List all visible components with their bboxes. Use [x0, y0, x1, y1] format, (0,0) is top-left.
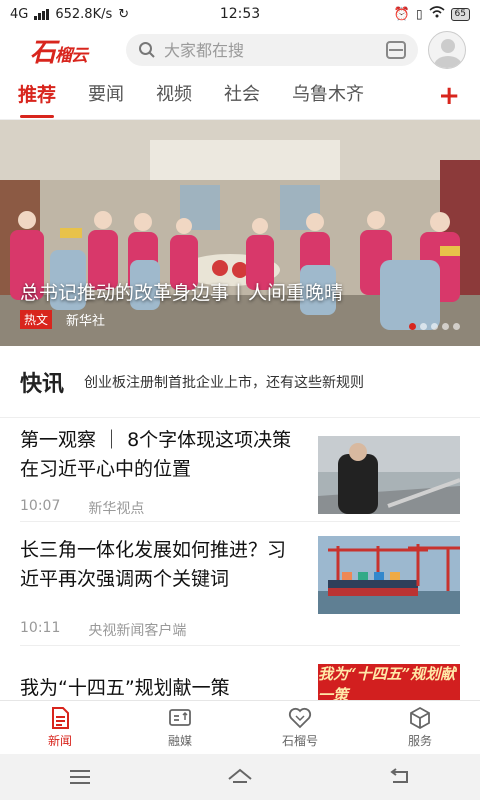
box-icon	[410, 706, 430, 730]
banner-title[interactable]: 总书记推动的改革身边事丨人间重晚晴	[20, 278, 420, 305]
banner-source: 新华社	[66, 314, 106, 329]
search-bar[interactable]	[126, 34, 418, 66]
alarm-icon: ⏰	[393, 6, 410, 22]
back-icon[interactable]	[387, 767, 413, 787]
news-meta: 10:11 央视新闻客户端	[20, 620, 186, 640]
search-icon	[139, 42, 155, 58]
news-thumbnail[interactable]	[318, 436, 460, 514]
signal-icon	[34, 8, 50, 20]
news-thumbnail[interactable]: 我为“十四五”规划献一策	[318, 664, 460, 704]
bottom-nav: 新闻 融媒 石榴号 服务	[0, 700, 480, 754]
news-meta: 10:07 新华视点	[20, 498, 144, 518]
tab-recommend[interactable]: 推荐	[18, 72, 56, 120]
status-bar: 4G 652.8K/s ↻ 12:53 ⏰ ▯ 65	[0, 0, 480, 28]
news-thumbnail[interactable]	[318, 536, 460, 614]
app-header: 石榴云	[0, 28, 480, 72]
tab-urumqi[interactable]: 乌鲁木齐	[292, 72, 364, 120]
news-title[interactable]: 长三角一体化发展如何推进？习近平再次强调两个关键词	[20, 536, 302, 594]
tab-video[interactable]: 视频	[156, 72, 192, 120]
nav-news[interactable]: 新闻	[0, 701, 120, 754]
home-icon[interactable]	[227, 767, 253, 787]
nav-shiliu[interactable]: 石榴号	[240, 701, 360, 754]
system-nav-bar	[0, 754, 480, 800]
thumbnail-text: 我为“十四五”规划献一策	[318, 665, 456, 704]
user-avatar[interactable]	[428, 31, 466, 69]
list-item[interactable]: 长三角一体化发展如何推进？习近平再次强调两个关键词 10:11 央视新闻客户端	[20, 522, 460, 646]
search-input[interactable]	[164, 40, 378, 60]
nav-media[interactable]: 融媒	[120, 701, 240, 754]
hot-tag: 热文	[20, 310, 53, 329]
flash-label: 快讯	[20, 370, 65, 397]
list-item[interactable]: 第一观察 ｜ 8个字体现这项决策在习近平心中的位置 10:07 新华视点	[20, 426, 460, 522]
media-icon	[169, 709, 191, 726]
flash-text[interactable]: 创业板注册制首批企业上市，还有这些新规则	[84, 372, 364, 392]
nav-service[interactable]: 服务	[360, 701, 480, 754]
tab-society[interactable]: 社会	[224, 72, 260, 120]
news-source: 央视新闻客户端	[88, 623, 187, 639]
network-speed: 652.8K/s	[55, 6, 113, 22]
news-title[interactable]: 我为“十四五”规划献一策	[20, 674, 302, 703]
app-logo: 石榴云	[30, 37, 88, 68]
menu-icon[interactable]	[67, 767, 93, 787]
battery-icon: 65	[450, 7, 470, 21]
wifi-icon	[429, 6, 445, 22]
add-channel-icon[interactable]: +	[438, 81, 460, 111]
news-time: 10:07	[20, 498, 61, 514]
channel-tabs: 推荐 要闻 视频 社会 乌鲁木齐 +	[0, 72, 480, 120]
network-label: 4G	[10, 6, 29, 22]
news-source: 新华视点	[88, 501, 145, 517]
heart-icon	[288, 707, 312, 729]
list-item[interactable]: 我为“十四五”规划献一策 我为“十四五”规划献一策	[20, 660, 460, 704]
scan-icon[interactable]	[386, 41, 406, 59]
flash-news[interactable]: 快讯 创业板注册制首批企业上市，还有这些新规则	[0, 346, 480, 418]
news-icon	[52, 707, 69, 729]
news-title[interactable]: 第一观察 ｜ 8个字体现这项决策在习近平心中的位置	[20, 426, 302, 484]
vibrate-icon: ▯	[415, 7, 423, 21]
headline-banner[interactable]: 总书记推动的改革身边事丨人间重晚晴 热文 新华社	[0, 120, 480, 346]
sync-icon: ↻	[118, 6, 130, 22]
news-time: 10:11	[20, 620, 61, 636]
tab-headlines[interactable]: 要闻	[88, 72, 124, 120]
banner-meta: 热文 新华社	[20, 310, 105, 329]
carousel-indicator	[409, 323, 460, 330]
